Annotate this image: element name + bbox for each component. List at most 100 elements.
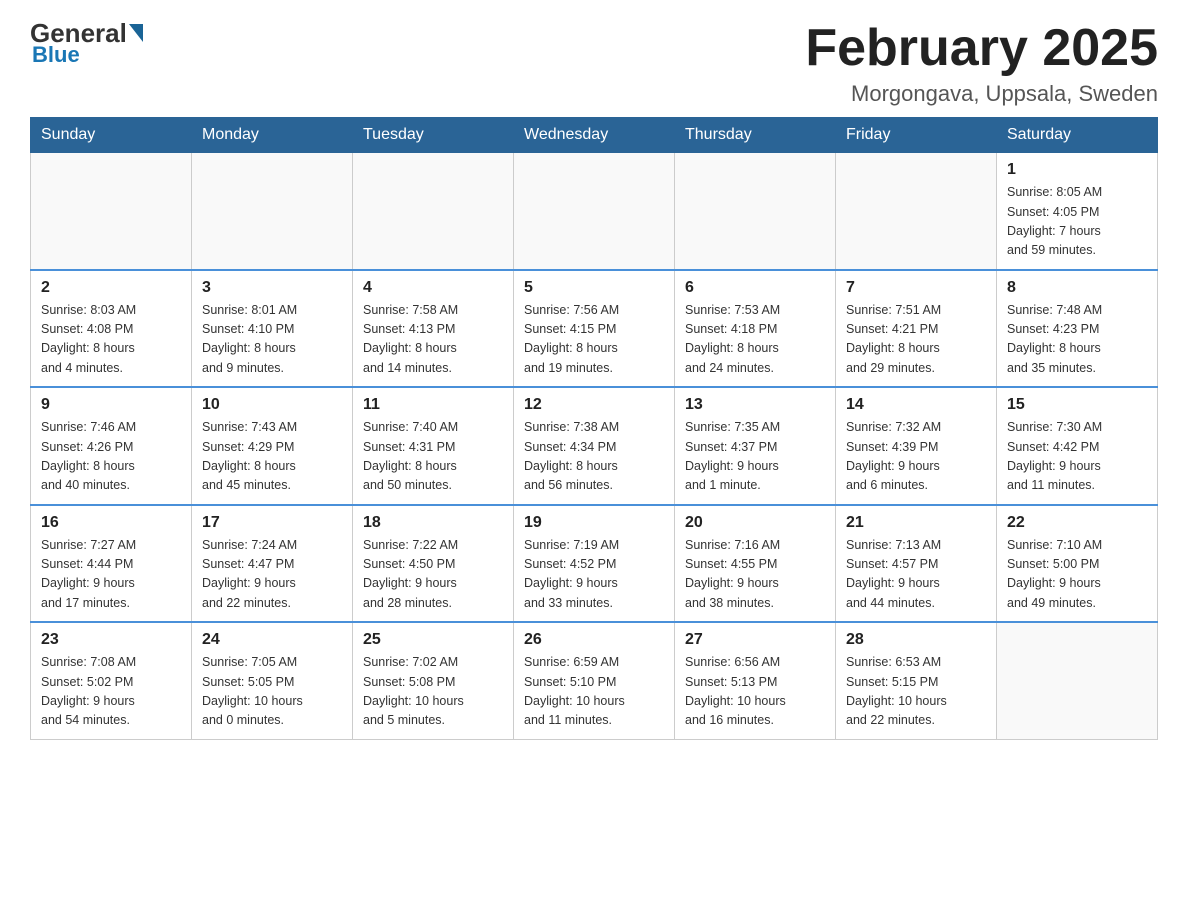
weekday-header-thursday: Thursday [675, 118, 836, 153]
day-info: Sunrise: 7:30 AMSunset: 4:42 PMDaylight:… [1007, 418, 1147, 496]
calendar-week-row-2: 2 Sunrise: 8:03 AMSunset: 4:08 PMDaylight… [31, 270, 1158, 388]
calendar-cell [997, 622, 1158, 739]
day-number: 22 [1007, 514, 1147, 532]
day-number: 5 [524, 279, 664, 297]
day-number: 10 [202, 396, 342, 414]
day-number: 14 [846, 396, 986, 414]
day-info: Sunrise: 8:03 AMSunset: 4:08 PMDaylight:… [41, 301, 181, 379]
day-number: 15 [1007, 396, 1147, 414]
logo-arrow-icon [129, 24, 143, 42]
calendar-cell: 28 Sunrise: 6:53 AMSunset: 5:15 PMDayligh… [836, 622, 997, 739]
calendar-cell: 21 Sunrise: 7:13 AMSunset: 4:57 PMDayligh… [836, 505, 997, 623]
day-number: 21 [846, 514, 986, 532]
day-number: 11 [363, 396, 503, 414]
location-text: Morgongava, Uppsala, Sweden [805, 81, 1158, 107]
day-number: 20 [685, 514, 825, 532]
month-title: February 2025 [805, 20, 1158, 77]
weekday-header-monday: Monday [192, 118, 353, 153]
day-info: Sunrise: 7:58 AMSunset: 4:13 PMDaylight:… [363, 301, 503, 379]
calendar-cell: 3Sunrise: 8:01 AMSunset: 4:10 PMDaylight… [192, 270, 353, 388]
weekday-header-saturday: Saturday [997, 118, 1158, 153]
calendar-week-row-5: 23 Sunrise: 7:08 AMSunset: 5:02 PMDayligh… [31, 622, 1158, 739]
calendar-cell: 4 Sunrise: 7:58 AMSunset: 4:13 PMDaylight… [353, 270, 514, 388]
day-info: Sunrise: 7:53 AMSunset: 4:18 PMDaylight:… [685, 301, 825, 379]
day-info: Sunrise: 7:10 AMSunset: 5:00 PMDaylight:… [1007, 536, 1147, 614]
calendar-cell: 9 Sunrise: 7:46 AMSunset: 4:26 PMDaylight… [31, 387, 192, 505]
calendar-table: SundayMondayTuesdayWednesdayThursdayFrid… [30, 117, 1158, 740]
day-info: Sunrise: 7:05 AMSunset: 5:05 PMDaylight:… [202, 653, 342, 731]
day-info: Sunrise: 7:56 AMSunset: 4:15 PMDaylight:… [524, 301, 664, 379]
day-info: Sunrise: 7:02 AMSunset: 5:08 PMDaylight:… [363, 653, 503, 731]
calendar-cell: 5 Sunrise: 7:56 AMSunset: 4:15 PMDaylight… [514, 270, 675, 388]
day-number: 23 [41, 631, 181, 649]
calendar-cell: 12 Sunrise: 7:38 AMSunset: 4:34 PMDayligh… [514, 387, 675, 505]
calendar-cell: 6 Sunrise: 7:53 AMSunset: 4:18 PMDaylight… [675, 270, 836, 388]
day-number: 28 [846, 631, 986, 649]
day-number: 7 [846, 279, 986, 297]
title-area: February 2025 Morgongava, Uppsala, Swede… [805, 20, 1158, 107]
day-number: 25 [363, 631, 503, 649]
calendar-cell: 26 Sunrise: 6:59 AMSunset: 5:10 PMDayligh… [514, 622, 675, 739]
day-info: Sunrise: 7:43 AMSunset: 4:29 PMDaylight:… [202, 418, 342, 496]
day-info: Sunrise: 7:19 AMSunset: 4:52 PMDaylight:… [524, 536, 664, 614]
day-number: 16 [41, 514, 181, 532]
weekday-header-tuesday: Tuesday [353, 118, 514, 153]
calendar-cell: 14Sunrise: 7:32 AMSunset: 4:39 PMDayligh… [836, 387, 997, 505]
day-info: Sunrise: 7:24 AMSunset: 4:47 PMDaylight:… [202, 536, 342, 614]
day-number: 9 [41, 396, 181, 414]
calendar-cell: 27Sunrise: 6:56 AMSunset: 5:13 PMDayligh… [675, 622, 836, 739]
day-number: 3 [202, 279, 342, 297]
calendar-cell: 19 Sunrise: 7:19 AMSunset: 4:52 PMDayligh… [514, 505, 675, 623]
day-number: 2 [41, 279, 181, 297]
day-number: 19 [524, 514, 664, 532]
weekday-header-friday: Friday [836, 118, 997, 153]
calendar-week-row-3: 9 Sunrise: 7:46 AMSunset: 4:26 PMDaylight… [31, 387, 1158, 505]
calendar-cell: 11 Sunrise: 7:40 AMSunset: 4:31 PMDayligh… [353, 387, 514, 505]
day-info: Sunrise: 7:38 AMSunset: 4:34 PMDaylight:… [524, 418, 664, 496]
day-number: 13 [685, 396, 825, 414]
calendar-cell: 20 Sunrise: 7:16 AMSunset: 4:55 PMDayligh… [675, 505, 836, 623]
day-info: Sunrise: 7:35 AMSunset: 4:37 PMDaylight:… [685, 418, 825, 496]
day-number: 4 [363, 279, 503, 297]
calendar-cell: 1 Sunrise: 8:05 AMSunset: 4:05 PMDaylight… [997, 153, 1158, 270]
calendar-cell: 8 Sunrise: 7:48 AMSunset: 4:23 PMDaylight… [997, 270, 1158, 388]
calendar-cell: 24 Sunrise: 7:05 AMSunset: 5:05 PMDayligh… [192, 622, 353, 739]
day-number: 1 [1007, 161, 1147, 179]
day-number: 26 [524, 631, 664, 649]
calendar-cell [675, 153, 836, 270]
day-number: 18 [363, 514, 503, 532]
calendar-cell: 15 Sunrise: 7:30 AMSunset: 4:42 PMDayligh… [997, 387, 1158, 505]
weekday-header-row: SundayMondayTuesdayWednesdayThursdayFrid… [31, 118, 1158, 153]
page-header: General Blue February 2025 Morgongava, U… [30, 20, 1158, 107]
calendar-cell: 23 Sunrise: 7:08 AMSunset: 5:02 PMDayligh… [31, 622, 192, 739]
day-info: Sunrise: 7:46 AMSunset: 4:26 PMDaylight:… [41, 418, 181, 496]
weekday-header-wednesday: Wednesday [514, 118, 675, 153]
calendar-cell [836, 153, 997, 270]
calendar-cell: 2 Sunrise: 8:03 AMSunset: 4:08 PMDaylight… [31, 270, 192, 388]
day-number: 8 [1007, 279, 1147, 297]
calendar-cell: 16Sunrise: 7:27 AMSunset: 4:44 PMDayligh… [31, 505, 192, 623]
calendar-cell: 17Sunrise: 7:24 AMSunset: 4:47 PMDayligh… [192, 505, 353, 623]
calendar-cell: 10 Sunrise: 7:43 AMSunset: 4:29 PMDayligh… [192, 387, 353, 505]
calendar-cell [353, 153, 514, 270]
day-number: 27 [685, 631, 825, 649]
calendar-cell: 25 Sunrise: 7:02 AMSunset: 5:08 PMDayligh… [353, 622, 514, 739]
day-info: Sunrise: 7:13 AMSunset: 4:57 PMDaylight:… [846, 536, 986, 614]
day-info: Sunrise: 7:40 AMSunset: 4:31 PMDaylight:… [363, 418, 503, 496]
day-info: Sunrise: 7:16 AMSunset: 4:55 PMDaylight:… [685, 536, 825, 614]
day-info: Sunrise: 6:59 AMSunset: 5:10 PMDaylight:… [524, 653, 664, 731]
day-number: 12 [524, 396, 664, 414]
calendar-week-row-4: 16Sunrise: 7:27 AMSunset: 4:44 PMDayligh… [31, 505, 1158, 623]
calendar-cell: 13 Sunrise: 7:35 AMSunset: 4:37 PMDayligh… [675, 387, 836, 505]
calendar-cell: 22 Sunrise: 7:10 AMSunset: 5:00 PMDayligh… [997, 505, 1158, 623]
day-info: Sunrise: 7:48 AMSunset: 4:23 PMDaylight:… [1007, 301, 1147, 379]
day-info: Sunrise: 7:08 AMSunset: 5:02 PMDaylight:… [41, 653, 181, 731]
day-info: Sunrise: 8:05 AMSunset: 4:05 PMDaylight:… [1007, 183, 1147, 261]
day-info: Sunrise: 7:51 AMSunset: 4:21 PMDaylight:… [846, 301, 986, 379]
day-info: Sunrise: 6:53 AMSunset: 5:15 PMDaylight:… [846, 653, 986, 731]
day-number: 6 [685, 279, 825, 297]
calendar-cell [31, 153, 192, 270]
day-number: 24 [202, 631, 342, 649]
logo-blue-text: Blue [30, 42, 80, 68]
calendar-cell [192, 153, 353, 270]
